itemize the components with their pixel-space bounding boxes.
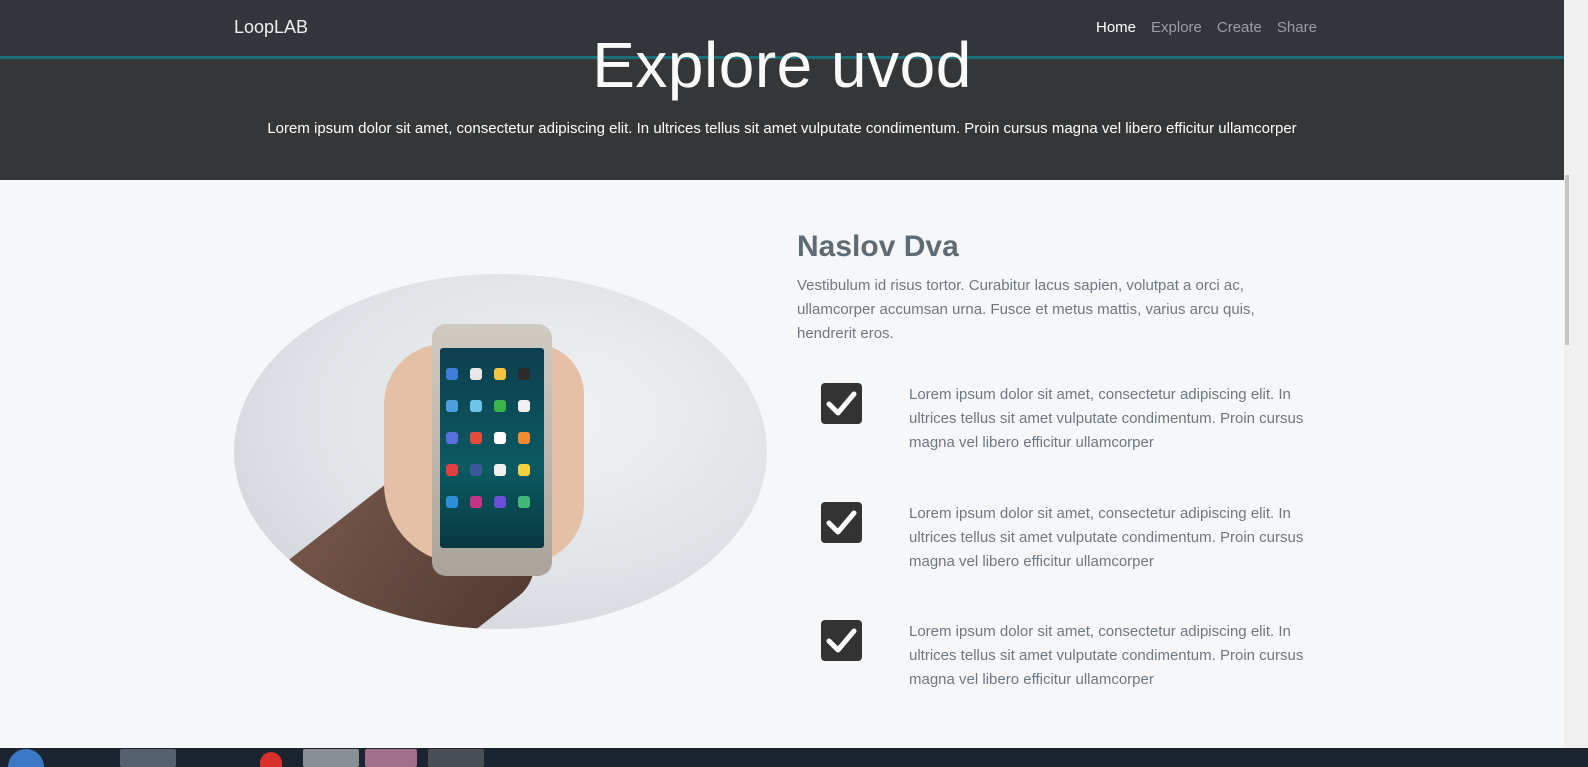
feature-text: Lorem ipsum dolor sit amet, consectetur … — [909, 505, 1304, 570]
scrollbar-thumb[interactable] — [1565, 175, 1569, 345]
taskbar-app-button[interactable] — [428, 749, 484, 767]
phone-screen — [440, 348, 544, 548]
section-title: Naslov Dva — [797, 230, 959, 263]
hand-holding-phone-image — [234, 274, 767, 629]
hero-title: Explore uvod — [592, 29, 972, 101]
os-taskbar — [0, 748, 1588, 767]
checkbox-checked-icon — [821, 502, 862, 543]
checkbox-checked-icon — [821, 383, 862, 424]
checkbox-checked-icon — [821, 620, 862, 661]
section-description: Vestibulum id risus tortor. Curabitur la… — [797, 277, 1255, 342]
taskbar-app-button[interactable] — [120, 749, 176, 767]
feature-text: Lorem ipsum dolor sit amet, consectetur … — [909, 623, 1304, 688]
page-scrollbar[interactable] — [1564, 0, 1588, 748]
taskbar-app-button[interactable] — [365, 749, 417, 767]
feature-text: Lorem ipsum dolor sit amet, consectetur … — [909, 386, 1304, 451]
browser-icon[interactable] — [260, 752, 282, 767]
taskbar-app-button[interactable] — [303, 749, 359, 767]
hero-subtitle: Lorem ipsum dolor sit amet, consectetur … — [267, 120, 1297, 137]
